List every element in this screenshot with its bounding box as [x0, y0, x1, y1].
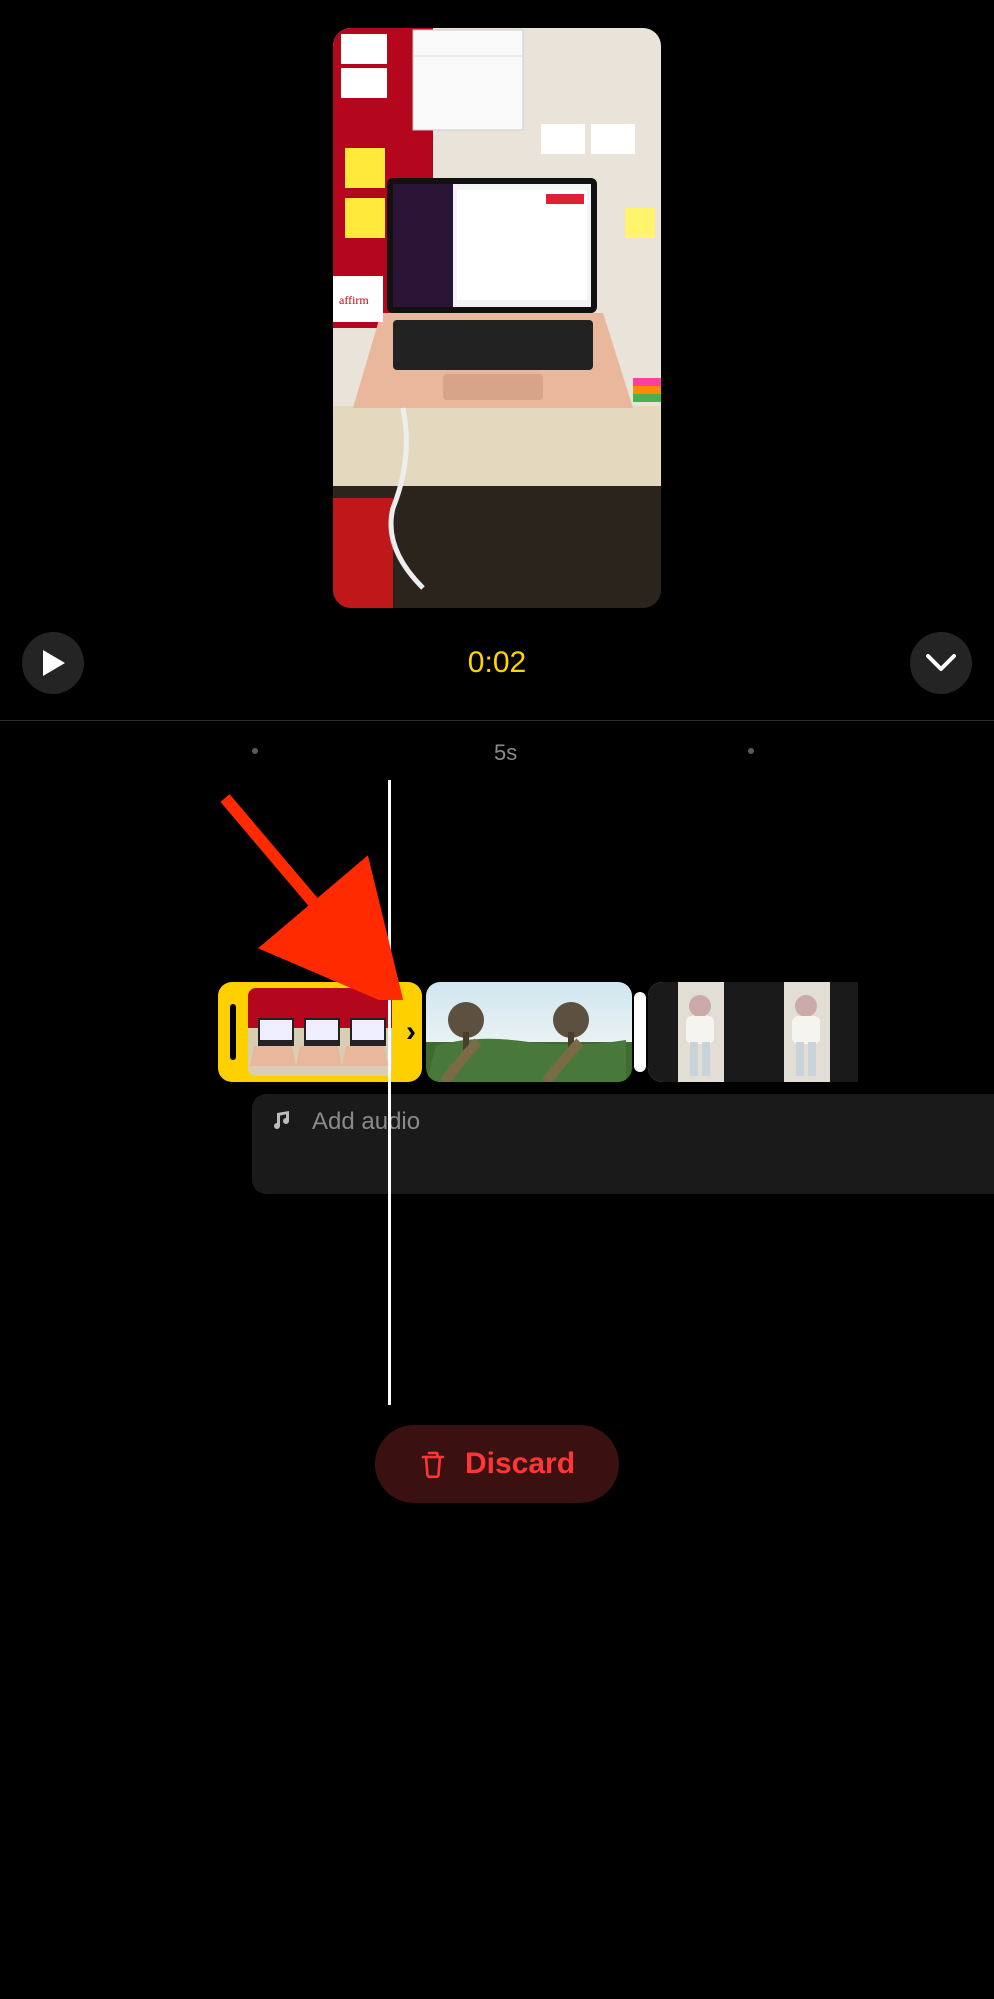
- ruler-tick: [748, 748, 754, 754]
- chevron-down-icon: [926, 654, 956, 672]
- ruler-tick: [252, 748, 258, 754]
- timeline-ruler: 5s: [0, 740, 994, 770]
- video-timeline[interactable]: ›: [0, 980, 994, 1084]
- timeline-clip-selected[interactable]: ›: [218, 982, 422, 1082]
- discard-button[interactable]: Discard: [375, 1425, 619, 1503]
- music-note-icon: [272, 1108, 296, 1132]
- discard-label: Discard: [465, 1447, 575, 1481]
- playback-controls: 0:02: [0, 628, 994, 698]
- add-audio-label: Add audio: [312, 1108, 420, 1136]
- add-audio-button[interactable]: Add audio: [252, 1094, 994, 1194]
- annotation-arrow: [215, 790, 415, 1000]
- section-divider: [0, 720, 994, 721]
- chevron-right-icon: ›: [406, 1015, 416, 1049]
- collapse-button[interactable]: [910, 632, 972, 694]
- playhead-time: 0:02: [468, 646, 526, 680]
- video-preview-area: affirm: [0, 0, 994, 608]
- playhead[interactable]: [388, 780, 391, 1405]
- timeline-clip[interactable]: [426, 982, 632, 1082]
- clip-trim-handle-left[interactable]: [230, 1004, 236, 1060]
- preview-frame-image: affirm: [333, 28, 661, 608]
- clip-thumbnails: [248, 988, 392, 1076]
- trash-icon: [419, 1449, 447, 1479]
- timeline-clip[interactable]: [648, 982, 858, 1082]
- svg-text:affirm: affirm: [339, 293, 369, 307]
- video-preview[interactable]: affirm: [333, 28, 661, 608]
- play-icon: [41, 650, 65, 676]
- ruler-marker-label: 5s: [494, 740, 517, 766]
- play-button[interactable]: [22, 632, 84, 694]
- clip-transition-handle[interactable]: [634, 992, 646, 1072]
